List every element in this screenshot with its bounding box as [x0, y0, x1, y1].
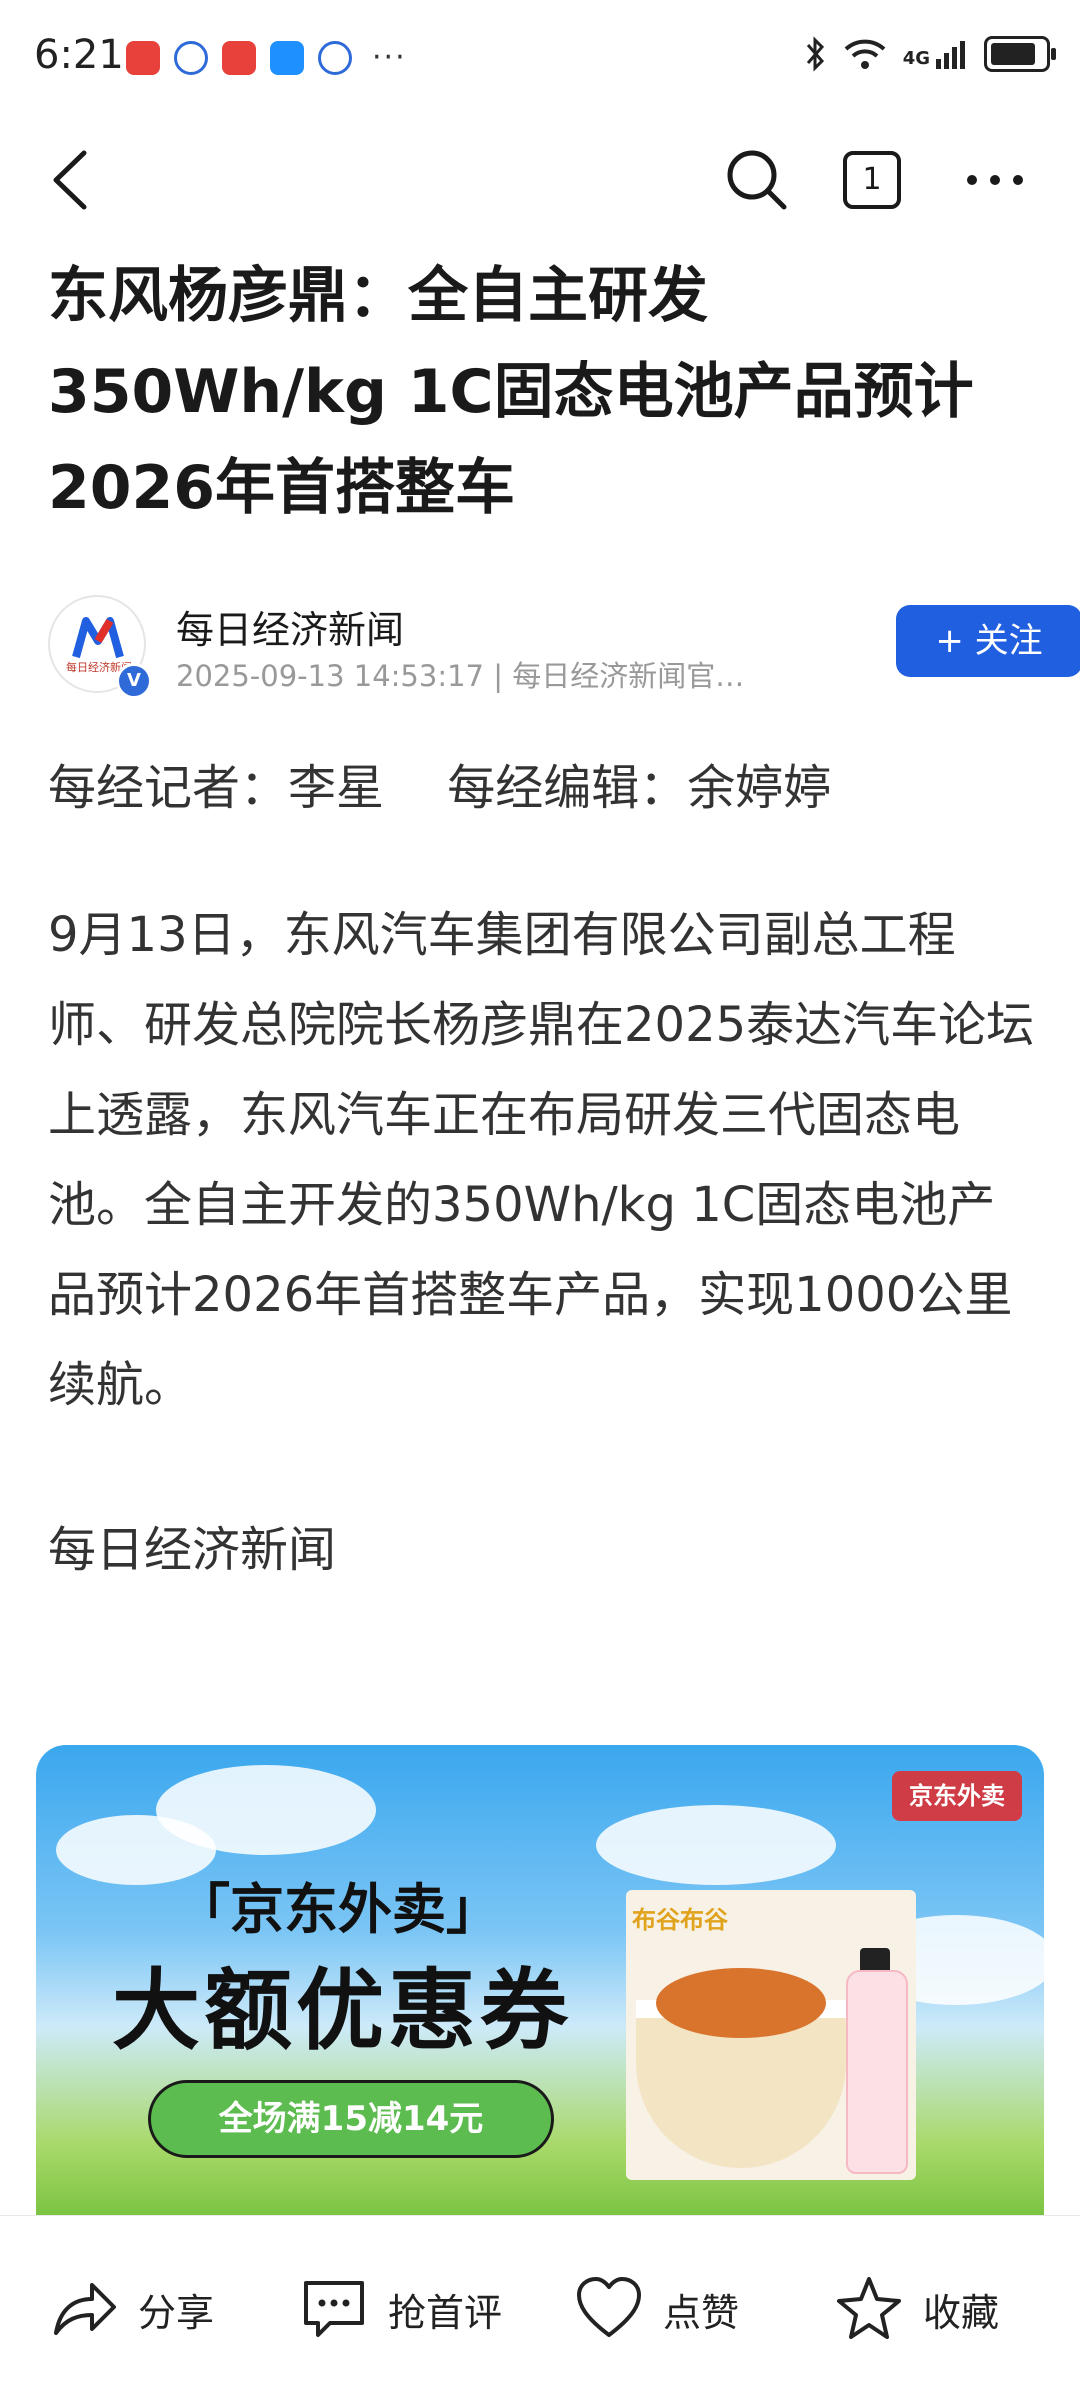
top-navigation: 1: [0, 125, 1080, 235]
cloud-decoration: [596, 1805, 836, 1885]
huawei-icon: [126, 40, 160, 75]
ad-product-label: 布谷布谷: [632, 1906, 728, 1934]
follow-button[interactable]: + 关注: [896, 605, 1080, 677]
share-button[interactable]: 分享: [50, 2274, 214, 2344]
favorite-button[interactable]: 收藏: [835, 2274, 999, 2344]
share-icon: [54, 2283, 116, 2335]
comment-icon: [304, 2281, 364, 2337]
baidu-icon: [318, 40, 352, 75]
article-title: 东风杨彦鼎：全自主研发350Wh/kg 1C固态电池产品预计2026年首搭整车: [48, 261, 974, 523]
bluetooth-icon: [806, 36, 824, 72]
weather-icon: [270, 40, 304, 75]
reporter-line: 每经记者：李星 每经编辑：余婷婷: [48, 760, 832, 816]
ad-brand-logo: 京东外卖: [892, 1771, 1022, 1821]
avatar[interactable]: 每日经济新闻 V: [48, 595, 152, 699]
publisher-logo-icon: [72, 617, 124, 659]
share-label: 分享: [138, 2290, 215, 2335]
wifi-icon: [844, 39, 886, 69]
article-body: 9月13日，东风汽车集团有限公司副总工程师、研发总院院长杨彦鼎在2025泰达汽车…: [48, 907, 1035, 1413]
comment-button[interactable]: 抢首评: [300, 2274, 502, 2344]
star-icon: [837, 2277, 901, 2339]
more-icon[interactable]: [960, 145, 1030, 215]
like-button[interactable]: 点赞: [575, 2274, 739, 2344]
favorite-label: 收藏: [923, 2290, 1000, 2335]
ad-title-big: 大额优惠券: [112, 1959, 573, 2062]
battery-icon: [984, 36, 1056, 72]
system-icons: 4G: [805, 36, 1056, 72]
status-time: 6:21: [34, 32, 124, 78]
huawei-icon: [222, 40, 256, 75]
network-type: 4G: [903, 39, 968, 69]
heart-icon: [577, 2277, 641, 2337]
ad-coupon-pill: 全场满15减14元: [148, 2080, 554, 2158]
author-name[interactable]: 每日经济新闻: [176, 599, 404, 654]
ad-product-image: 布谷布谷: [626, 1890, 916, 2180]
signal-icon: [936, 41, 965, 69]
notification-icons: ···: [126, 40, 407, 75]
article-source: 每日经济新闻: [48, 1522, 337, 1578]
network-label: 4G: [902, 48, 930, 69]
noodle-topping-icon: [656, 1968, 826, 2038]
status-bar: 6:21 ··· 4G: [0, 0, 1080, 118]
more-notifications-icon: ···: [372, 40, 407, 75]
author-row: 每日经济新闻 V 每日经济新闻 2025-09-13 14:53:17 | 每日…: [48, 595, 1080, 699]
ad-title-small: 「京东外卖」: [176, 1878, 500, 1941]
bottom-action-bar: 分享 抢首评 点赞 收藏: [0, 2215, 1080, 2401]
baidu-icon: [174, 40, 208, 75]
search-icon[interactable]: [722, 145, 792, 215]
tabs-button[interactable]: 1: [843, 151, 901, 209]
ad-banner[interactable]: 京东外卖 「京东外卖」 大额优惠券 全场满15减14元 布谷布谷: [36, 1745, 1044, 2215]
comment-label: 抢首评: [388, 2290, 503, 2335]
verified-badge-icon: V: [116, 663, 152, 699]
drink-bottle-icon: [846, 1970, 908, 2174]
article-meta: 2025-09-13 14:53:17 | 每日经济新闻官…: [176, 659, 745, 693]
like-label: 点赞: [663, 2290, 740, 2335]
back-icon[interactable]: [40, 145, 110, 215]
